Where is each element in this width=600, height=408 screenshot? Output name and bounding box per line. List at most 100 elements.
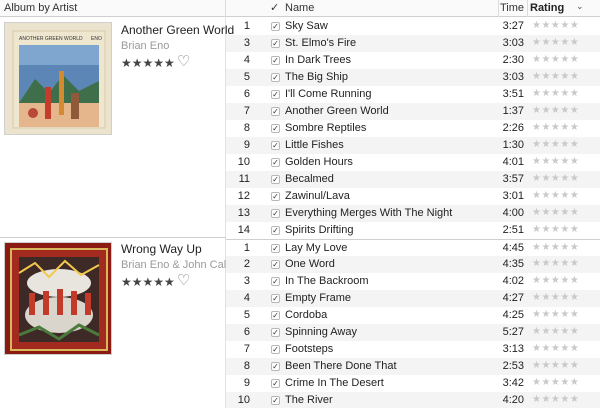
track-row[interactable]: 3 ✓ In The Backroom 4:02 ★★★★★ xyxy=(226,273,600,290)
track-checkbox[interactable]: ✓ xyxy=(271,379,280,388)
track-name[interactable]: The River xyxy=(285,394,333,406)
track-checkbox[interactable]: ✓ xyxy=(271,175,280,184)
track-checkbox[interactable]: ✓ xyxy=(271,396,280,405)
track-row[interactable]: 7 ✓ Another Green World 1:37 ★★★★★ xyxy=(226,103,600,120)
track-checkbox[interactable]: ✓ xyxy=(271,158,280,167)
track-name[interactable]: Another Green World xyxy=(285,105,389,117)
track-name[interactable]: Crime In The Desert xyxy=(285,377,384,389)
track-rating-stars[interactable]: ★★★★★ xyxy=(532,105,579,116)
track-rating-stars[interactable]: ★★★★★ xyxy=(532,54,579,65)
track-rating-stars[interactable]: ★★★★★ xyxy=(532,122,579,133)
track-row[interactable]: 6 ✓ Spinning Away 5:27 ★★★★★ xyxy=(226,324,600,341)
track-row[interactable]: 6 ✓ I'll Come Running 3:51 ★★★★★ xyxy=(226,86,600,103)
track-checkbox[interactable]: ✓ xyxy=(271,209,280,218)
track-checkbox[interactable]: ✓ xyxy=(271,345,280,354)
track-checkbox[interactable]: ✓ xyxy=(271,226,280,235)
track-name[interactable]: Spirits Drifting xyxy=(285,224,353,236)
album-artist[interactable]: Brian Eno xyxy=(121,40,169,52)
track-name[interactable]: Sombre Reptiles xyxy=(285,122,366,134)
track-rating-stars[interactable]: ★★★★★ xyxy=(532,258,579,269)
love-heart-icon[interactable]: ♡ xyxy=(177,273,190,288)
track-checkbox[interactable]: ✓ xyxy=(271,311,280,320)
track-rating-stars[interactable]: ★★★★★ xyxy=(532,377,579,388)
track-row[interactable]: 2 ✓ One Word 4:35 ★★★★★ xyxy=(226,256,600,273)
track-name[interactable]: Empty Frame xyxy=(285,292,351,304)
track-name[interactable]: Sky Saw xyxy=(285,20,328,32)
track-checkbox[interactable]: ✓ xyxy=(271,277,280,286)
track-name[interactable]: Little Fishes xyxy=(285,139,344,151)
album-artwork[interactable] xyxy=(4,242,112,355)
track-row[interactable]: 5 ✓ The Big Ship 3:03 ★★★★★ xyxy=(226,69,600,86)
track-row[interactable]: 1 ✓ Lay My Love 4:45 ★★★★★ xyxy=(226,239,600,256)
track-name[interactable]: One Word xyxy=(285,258,335,270)
track-checkbox[interactable]: ✓ xyxy=(271,73,280,82)
track-name[interactable]: I'll Come Running xyxy=(285,88,371,100)
track-name[interactable]: St. Elmo's Fire xyxy=(285,37,356,49)
track-row[interactable]: 13 ✓ Everything Merges With The Night 4:… xyxy=(226,205,600,222)
track-name[interactable]: The Big Ship xyxy=(285,71,348,83)
album-by-artist-header[interactable]: Album by Artist xyxy=(4,2,77,14)
track-rating-stars[interactable]: ★★★★★ xyxy=(532,71,579,82)
track-rating-stars[interactable]: ★★★★★ xyxy=(532,156,579,167)
track-rating-stars[interactable]: ★★★★★ xyxy=(532,360,579,371)
track-name[interactable]: Everything Merges With The Night xyxy=(285,207,452,219)
track-rating-stars[interactable]: ★★★★★ xyxy=(532,242,579,253)
time-column-header[interactable]: Time xyxy=(490,2,524,14)
track-checkbox[interactable]: ✓ xyxy=(271,90,280,99)
track-rating-stars[interactable]: ★★★★★ xyxy=(532,37,579,48)
track-checkbox[interactable]: ✓ xyxy=(271,328,280,337)
track-row[interactable]: 9 ✓ Crime In The Desert 3:42 ★★★★★ xyxy=(226,375,600,392)
track-name[interactable]: Spinning Away xyxy=(285,326,357,338)
track-checkbox[interactable]: ✓ xyxy=(271,107,280,116)
track-rating-stars[interactable]: ★★★★★ xyxy=(532,275,579,286)
track-name[interactable]: In Dark Trees xyxy=(285,54,351,66)
track-rating-stars[interactable]: ★★★★★ xyxy=(532,343,579,354)
track-rating-stars[interactable]: ★★★★★ xyxy=(532,139,579,150)
album-rating-stars[interactable]: ★★★★★ xyxy=(121,275,175,289)
track-row[interactable]: 4 ✓ In Dark Trees 2:30 ★★★★★ xyxy=(226,52,600,69)
track-row[interactable]: 4 ✓ Empty Frame 4:27 ★★★★★ xyxy=(226,290,600,307)
track-rating-stars[interactable]: ★★★★★ xyxy=(532,326,579,337)
track-name[interactable]: Zawinul/Lava xyxy=(285,190,350,202)
track-rating-stars[interactable]: ★★★★★ xyxy=(532,394,579,405)
track-rating-stars[interactable]: ★★★★★ xyxy=(532,20,579,31)
track-row[interactable]: 12 ✓ Zawinul/Lava 3:01 ★★★★★ xyxy=(226,188,600,205)
album-title[interactable]: Another Green World xyxy=(121,23,234,37)
track-rating-stars[interactable]: ★★★★★ xyxy=(532,88,579,99)
track-row[interactable]: 9 ✓ Little Fishes 1:30 ★★★★★ xyxy=(226,137,600,154)
track-checkbox[interactable]: ✓ xyxy=(271,124,280,133)
track-rating-stars[interactable]: ★★★★★ xyxy=(532,292,579,303)
name-column-header[interactable]: Name xyxy=(285,2,314,14)
track-checkbox[interactable]: ✓ xyxy=(271,141,280,150)
track-row[interactable]: 14 ✓ Spirits Drifting 2:51 ★★★★★ xyxy=(226,222,600,239)
album-rating-stars[interactable]: ★★★★★ xyxy=(121,56,175,70)
track-checkbox[interactable]: ✓ xyxy=(271,192,280,201)
track-checkbox[interactable]: ✓ xyxy=(271,260,280,269)
track-rating-stars[interactable]: ★★★★★ xyxy=(532,173,579,184)
track-checkbox[interactable]: ✓ xyxy=(271,56,280,65)
checkbox-column-header[interactable]: ✓ xyxy=(270,1,279,14)
track-checkbox[interactable]: ✓ xyxy=(271,22,280,31)
track-row[interactable]: 8 ✓ Been There Done That 2:53 ★★★★★ xyxy=(226,358,600,375)
track-row[interactable]: 7 ✓ Footsteps 3:13 ★★★★★ xyxy=(226,341,600,358)
track-row[interactable]: 5 ✓ Cordoba 4:25 ★★★★★ xyxy=(226,307,600,324)
track-checkbox[interactable]: ✓ xyxy=(271,244,280,253)
track-rating-stars[interactable]: ★★★★★ xyxy=(532,224,579,235)
track-name[interactable]: In The Backroom xyxy=(285,275,369,287)
track-checkbox[interactable]: ✓ xyxy=(271,362,280,371)
track-row[interactable]: 11 ✓ Becalmed 3:57 ★★★★★ xyxy=(226,171,600,188)
album-artwork[interactable]: ANOTHER GREEN WORLD ENO xyxy=(4,22,112,135)
track-name[interactable]: Lay My Love xyxy=(285,242,347,254)
rating-column-header[interactable]: Rating xyxy=(530,2,564,14)
track-row[interactable]: 3 ✓ St. Elmo's Fire 3:03 ★★★★★ xyxy=(226,35,600,52)
track-row[interactable]: 10 ✓ Golden Hours 4:01 ★★★★★ xyxy=(226,154,600,171)
love-heart-icon[interactable]: ♡ xyxy=(177,54,190,69)
track-name[interactable]: Been There Done That xyxy=(285,360,397,372)
track-rating-stars[interactable]: ★★★★★ xyxy=(532,309,579,320)
track-checkbox[interactable]: ✓ xyxy=(271,294,280,303)
track-rating-stars[interactable]: ★★★★★ xyxy=(532,207,579,218)
chevron-down-icon[interactable]: ⌄ xyxy=(576,1,584,12)
track-row[interactable]: 1 ✓ Sky Saw 3:27 ★★★★★ xyxy=(226,18,600,35)
album-artist[interactable]: Brian Eno & John Cale xyxy=(121,259,232,271)
track-name[interactable]: Becalmed xyxy=(285,173,334,185)
